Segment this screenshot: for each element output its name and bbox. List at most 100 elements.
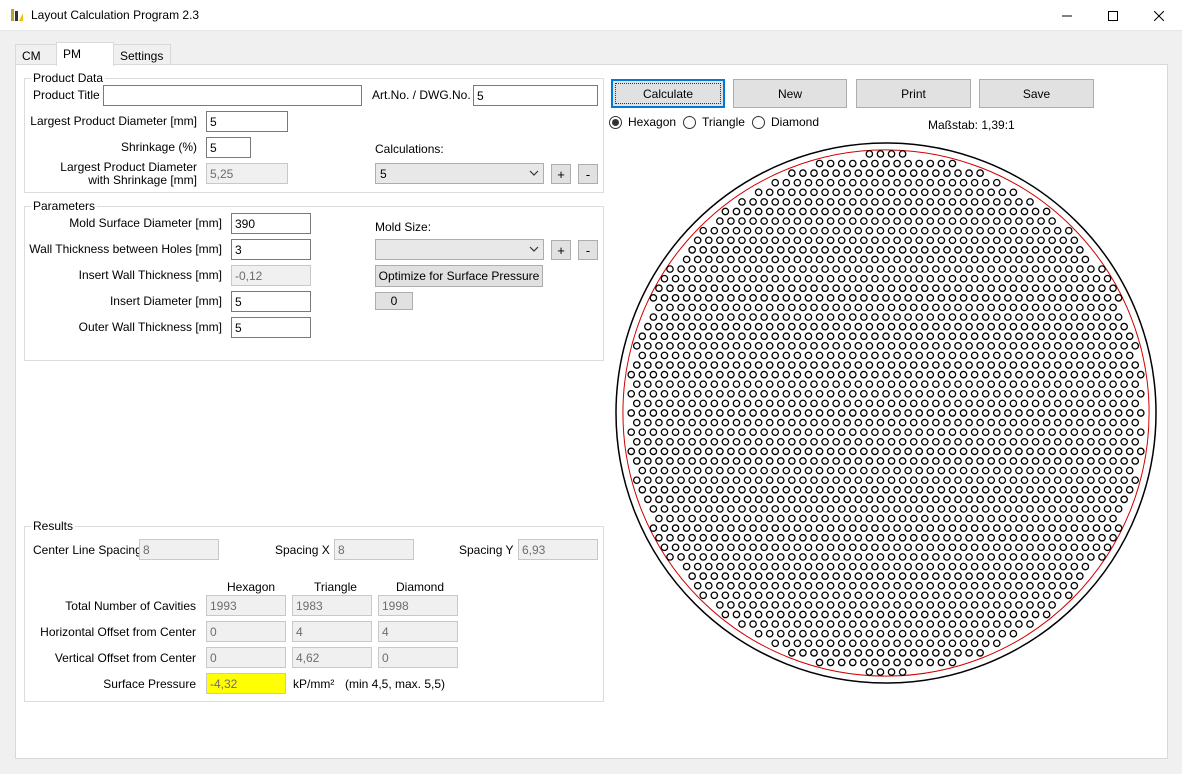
cavity-hole	[954, 629, 962, 638]
cavity-hole	[788, 572, 796, 580]
artno-input[interactable]: 5	[473, 85, 598, 106]
outer-wall-input[interactable]: 5	[231, 317, 311, 338]
cavity-hole	[848, 639, 857, 648]
tab-settings[interactable]: Settings	[113, 44, 171, 65]
cavity-hole	[1064, 572, 1073, 580]
radio-triangle[interactable]: Triangle	[683, 115, 745, 129]
cavity-hole	[793, 274, 802, 283]
cavity-hole	[843, 553, 852, 561]
calculations-select[interactable]: 5	[375, 163, 544, 184]
print-button[interactable]: Print	[856, 79, 971, 108]
cavity-hole	[932, 553, 940, 561]
cavity-hole	[865, 668, 874, 676]
cavity-hole	[992, 198, 1001, 206]
cavity-hole	[970, 217, 979, 225]
cavity-hole	[915, 447, 924, 456]
cavity-hole	[749, 543, 757, 552]
cavity-hole	[760, 505, 768, 513]
cavity-hole	[727, 294, 735, 302]
cavity-hole	[727, 524, 735, 532]
cavity-hole	[671, 428, 680, 437]
add-mold-size-button[interactable]: +	[551, 240, 571, 260]
cavity-hole	[1048, 217, 1056, 225]
cavity-hole	[732, 342, 741, 350]
cavity-hole	[1076, 457, 1084, 465]
cavity-hole	[1098, 342, 1106, 350]
cavity-hole	[815, 447, 824, 456]
cavity-hole	[976, 399, 984, 408]
cavity-hole	[965, 476, 973, 485]
cavity-hole	[998, 418, 1007, 427]
cavity-hole	[804, 524, 813, 532]
cavity-hole	[920, 284, 929, 293]
cavity-hole	[682, 485, 691, 494]
radio-hexagon[interactable]: Hexagon	[609, 115, 676, 129]
largest-diameter-input[interactable]: 5	[206, 111, 288, 132]
cavity-hole	[837, 409, 846, 417]
cavity-hole	[893, 466, 901, 475]
cavity-hole	[782, 581, 791, 590]
cavity-hole	[1004, 332, 1012, 341]
wall-between-input[interactable]: 3	[231, 239, 311, 260]
cavity-hole	[810, 476, 818, 485]
cavity-hole	[920, 495, 929, 504]
mold-surface-input[interactable]: 390	[231, 213, 311, 234]
cavity-hole	[882, 370, 890, 379]
cavity-hole	[860, 198, 868, 206]
cavity-hole	[1026, 198, 1034, 206]
cavity-hole	[860, 543, 868, 552]
cavity-hole	[1103, 466, 1112, 475]
window-title: Layout Calculation Program 2.3	[31, 8, 200, 22]
cavity-hole	[915, 217, 924, 225]
cavity-hole	[793, 639, 802, 648]
product-title-input[interactable]	[103, 85, 362, 106]
cavity-hole	[738, 524, 746, 532]
cavity-hole	[1120, 342, 1128, 350]
cavity-hole	[677, 476, 685, 485]
cavity-hole	[860, 485, 868, 494]
cavity-hole	[1081, 447, 1090, 456]
cavity-hole	[671, 524, 680, 532]
add-calculation-button[interactable]: +	[551, 164, 571, 184]
minimize-button[interactable]	[1044, 0, 1090, 31]
calculate-button[interactable]: Calculate	[611, 79, 725, 108]
cavity-hole	[732, 476, 741, 485]
cavity-hole	[765, 361, 774, 369]
cavity-hole	[1031, 226, 1040, 235]
cavity-hole	[1070, 562, 1079, 571]
cavity-hole	[882, 217, 890, 225]
cavity-hole	[815, 485, 824, 494]
cavity-hole	[1114, 389, 1123, 398]
remove-mold-size-button[interactable]: -	[578, 240, 598, 260]
cavity-hole	[987, 533, 996, 542]
cavity-hole	[1031, 514, 1040, 523]
new-button[interactable]: New	[733, 79, 847, 108]
remove-calculation-button[interactable]: -	[578, 164, 598, 184]
tab-pm[interactable]: PM	[56, 42, 114, 66]
tab-cm[interactable]: CM	[15, 44, 57, 65]
cavity-hole	[1059, 409, 1068, 417]
mold-size-select[interactable]	[375, 239, 544, 260]
radio-diamond[interactable]: Diamond	[752, 115, 819, 129]
cavity-hole	[981, 351, 990, 360]
cavity-hole	[1009, 610, 1018, 619]
cavity-hole	[998, 629, 1007, 638]
cavity-hole	[932, 207, 940, 216]
cavity-hole	[699, 591, 708, 600]
close-button[interactable]	[1136, 0, 1182, 31]
maximize-button[interactable]	[1090, 0, 1136, 31]
cavity-hole	[826, 159, 835, 168]
cavity-hole	[655, 418, 663, 427]
insert-diameter-input[interactable]: 5	[231, 291, 311, 312]
cavity-hole	[843, 188, 852, 197]
save-button[interactable]: Save	[979, 79, 1094, 108]
cavity-hole	[848, 581, 857, 590]
cavity-hole	[1037, 255, 1045, 264]
cavity-hole	[893, 236, 901, 245]
cavity-hole	[1048, 543, 1056, 552]
cavity-hole	[1070, 370, 1079, 379]
shrinkage-input[interactable]: 5	[206, 137, 251, 158]
cavity-hole	[1076, 437, 1084, 446]
cavity-hole	[1031, 476, 1040, 485]
optimize-surface-pressure-button[interactable]: Optimize for Surface Pressure	[375, 265, 543, 287]
